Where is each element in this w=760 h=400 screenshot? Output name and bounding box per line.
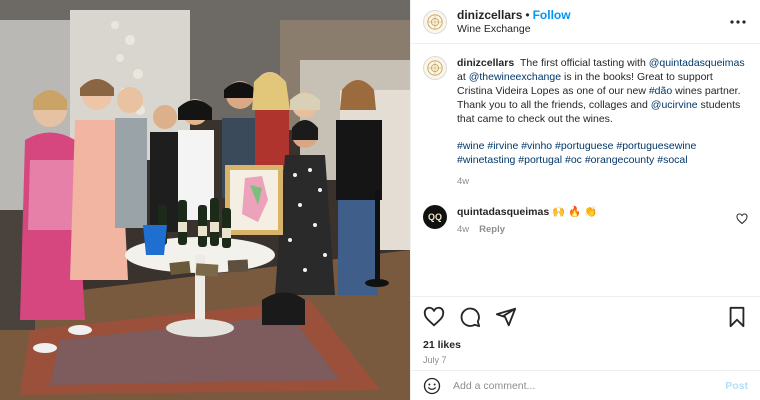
reply-button[interactable]: Reply (479, 224, 505, 235)
comment-like-heart-icon[interactable] (736, 213, 748, 225)
comment-item: QQ quintadasqueimas 🙌 🔥 👏 4w Reply (423, 205, 748, 237)
author-avatar[interactable] (423, 9, 447, 34)
caption-fragment: at (457, 71, 469, 83)
action-icons-row (423, 305, 748, 329)
share-icon[interactable] (495, 306, 517, 328)
separator-dot: • (525, 7, 530, 22)
header-top-line: dinizcellars • Follow (457, 8, 728, 22)
caption-text: dinizcellars The first official tasting … (457, 56, 747, 126)
commenter-username[interactable]: quintadasqueimas (457, 206, 549, 218)
add-comment-bar: Post (411, 370, 760, 400)
mention-link[interactable]: @ucirvine (651, 99, 698, 111)
post-location[interactable]: Wine Exchange (457, 22, 728, 36)
winery-logo-icon (427, 13, 443, 30)
likes-count[interactable]: 21 likes (423, 339, 748, 351)
caption-timestamp[interactable]: 4w (457, 175, 747, 189)
author-username[interactable]: dinizcellars (457, 8, 522, 22)
comment-icon[interactable] (459, 306, 481, 328)
comment-meta: 4w Reply (457, 223, 736, 237)
instagram-post-view: dinizcellars • Follow Wine Exchange dini… (0, 0, 760, 400)
hashtag-list[interactable]: #wine #irvine #vinho #portuguese #portug… (457, 139, 747, 167)
caption-body: dinizcellars The first official tasting … (457, 56, 747, 189)
post-comment-button[interactable]: Post (725, 380, 748, 392)
mention-link[interactable]: @quintadasqueimas (649, 57, 745, 69)
post-photo[interactable] (0, 0, 410, 400)
follow-button[interactable]: Follow (533, 8, 571, 22)
post-header: dinizcellars • Follow Wine Exchange (411, 0, 760, 44)
caption-author[interactable]: dinizcellars (457, 57, 514, 69)
post-details-panel: dinizcellars • Follow Wine Exchange dini… (410, 0, 760, 400)
hashtag-link[interactable]: #dão (649, 85, 672, 97)
bookmark-icon[interactable] (726, 306, 748, 328)
comment-body: quintadasqueimas 🙌 🔥 👏 4w Reply (457, 205, 736, 237)
add-comment-input[interactable] (453, 379, 726, 392)
comment-timestamp[interactable]: 4w (457, 224, 469, 235)
more-horizontal-icon[interactable] (728, 12, 748, 32)
mention-link[interactable]: @thewineexchange (469, 71, 561, 83)
heart-icon[interactable] (423, 306, 445, 328)
comment-text: 🙌 🔥 👏 (552, 206, 598, 218)
post-date[interactable]: July 7 (423, 355, 748, 365)
post-caption: dinizcellars The first official tasting … (423, 56, 748, 189)
winery-logo-icon (427, 60, 443, 76)
emoji-icon[interactable] (423, 377, 441, 395)
caption-author-avatar[interactable] (423, 56, 447, 80)
comments-section[interactable]: dinizcellars The first official tasting … (411, 44, 760, 296)
commenter-avatar[interactable]: QQ (423, 205, 447, 229)
post-actions: 21 likes July 7 (411, 296, 760, 365)
header-text: dinizcellars • Follow Wine Exchange (457, 8, 728, 36)
group-photo-illustration (0, 0, 410, 400)
caption-fragment: The first official tasting with (519, 57, 649, 69)
comment-text-line: quintadasqueimas 🙌 🔥 👏 (457, 205, 736, 219)
